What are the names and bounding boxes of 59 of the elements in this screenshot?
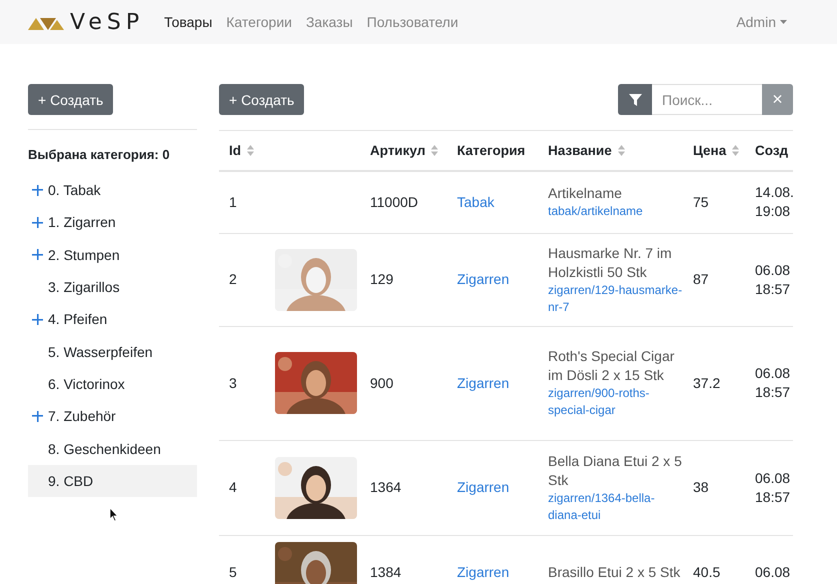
id-cell: 4 bbox=[229, 479, 237, 495]
product-name: Roth's Special Cigar im Dösli 2 x 15 Stk bbox=[548, 347, 676, 385]
created-date: 06.08 bbox=[755, 260, 792, 280]
category-link[interactable]: Zigarren bbox=[457, 271, 510, 287]
created-date: 19:08 bbox=[755, 202, 792, 222]
category-link[interactable]: Zigarren bbox=[457, 564, 510, 580]
category-link[interactable]: Zigarren bbox=[457, 479, 510, 495]
created-date: 06.08 bbox=[755, 563, 792, 582]
product-slug-link[interactable]: tabak/artikelname bbox=[548, 203, 683, 220]
price-cell: 38 bbox=[693, 479, 709, 495]
created-date: 18:57 bbox=[755, 488, 792, 506]
price-cell: 75 bbox=[693, 194, 709, 210]
article-cell: 1384 bbox=[370, 564, 402, 580]
column-header: Категория bbox=[457, 143, 526, 158]
created-date: 14.08. bbox=[755, 183, 793, 202]
category-item[interactable]: 9. CBD bbox=[28, 464, 197, 497]
price-cell: 40.5 bbox=[693, 564, 720, 580]
product-slug-link[interactable]: zigarren/129-hausmarke-nr-7 bbox=[548, 282, 683, 316]
article-cell: 900 bbox=[370, 374, 394, 390]
id-cell: 3 bbox=[229, 374, 237, 390]
selected-category-heading: Выбрана категория: 0 bbox=[28, 147, 171, 162]
product-slug-link[interactable]: zigarren/1364-bella-diana-etui bbox=[548, 490, 683, 524]
nav-link[interactable]: Товары bbox=[164, 14, 212, 30]
id-cell: 5 bbox=[229, 564, 237, 580]
price-cell: 37.2 bbox=[693, 374, 720, 390]
filter-button[interactable] bbox=[618, 84, 652, 115]
created-date: 18:57 bbox=[755, 383, 792, 402]
column-header[interactable]: Цена bbox=[693, 143, 740, 158]
caret-icon bbox=[780, 20, 787, 24]
brand-name[interactable]: VeSP bbox=[70, 10, 144, 34]
product-name: Artikelname bbox=[548, 184, 623, 204]
category-link[interactable]: Tabak bbox=[457, 194, 494, 210]
create-button[interactable]: + Создать bbox=[28, 84, 114, 115]
created-date: 18:57 bbox=[755, 280, 792, 298]
category-item[interactable]: 6. Victorinox bbox=[28, 368, 197, 400]
product-name: Brasillo Etui 2 x 5 Stk bbox=[548, 563, 682, 582]
create-button[interactable]: + Создать bbox=[219, 84, 304, 115]
product-slug-link[interactable]: zigarren/900-roths-special-cigar bbox=[548, 385, 683, 419]
created-date: 06.08 bbox=[755, 468, 792, 488]
article-cell: 1364 bbox=[370, 479, 402, 495]
id-cell: 2 bbox=[229, 271, 237, 287]
column-header[interactable]: Название bbox=[548, 143, 625, 158]
article-cell: 129 bbox=[370, 271, 394, 287]
created-date: 06.08 bbox=[755, 364, 792, 383]
cursor-icon bbox=[109, 506, 119, 522]
column-header[interactable]: Артикул bbox=[370, 143, 438, 158]
search-field[interactable]: Поиск... bbox=[652, 84, 762, 115]
price-cell: 87 bbox=[693, 271, 709, 287]
product-name: Hausmarke Nr. 7 im Holzkistli 50 Stk bbox=[548, 244, 673, 282]
product-name: Bella Diana Etui 2 x 5 Stk bbox=[548, 452, 683, 490]
filter-icon bbox=[628, 94, 642, 106]
column-header[interactable]: Id bbox=[229, 143, 254, 158]
category-item[interactable]: 3. Zigarillos bbox=[28, 270, 197, 304]
id-cell: 1 bbox=[229, 194, 237, 210]
category-item[interactable]: 5. Wasserpfeifen bbox=[28, 335, 197, 368]
article-cell: 11000D bbox=[370, 194, 418, 210]
category-item[interactable]: 8. Geschenkideen bbox=[28, 432, 197, 465]
column-header: Созд bbox=[755, 143, 788, 158]
category-link[interactable]: Zigarren bbox=[457, 374, 510, 390]
